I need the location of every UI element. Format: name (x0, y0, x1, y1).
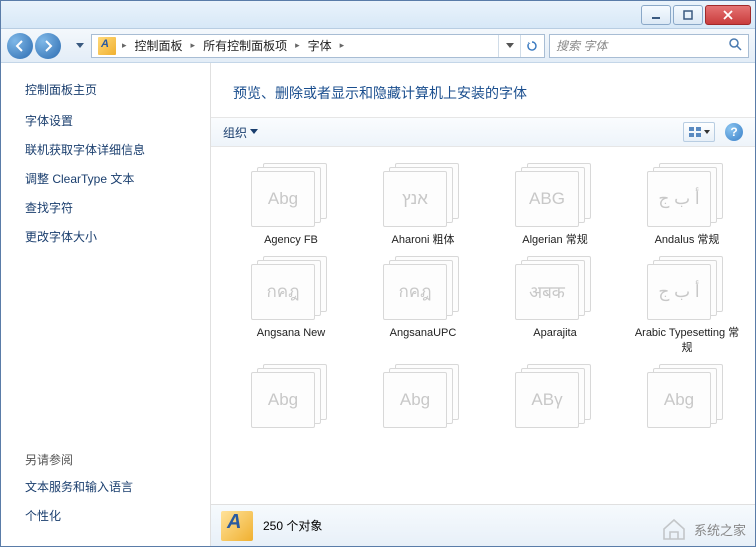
font-name-label: Aparajita (533, 326, 576, 341)
font-grid: Abg Agency FB אנץ Aharoni 粗体 ABG Algerian 常规 أ… (211, 147, 755, 504)
font-sample: ABG (515, 171, 579, 227)
chevron-right-icon: ▸ (293, 40, 302, 51)
sidebar-link-font-size[interactable]: 更改字体大小 (25, 228, 200, 245)
font-item[interactable]: أ ب ج Andalus 常规 (623, 163, 751, 248)
chevron-right-icon: ▸ (189, 40, 198, 51)
toolbar: 组织 ? (211, 117, 755, 147)
maximize-button[interactable] (673, 5, 703, 25)
font-thumbnail: กคฎ (383, 256, 463, 320)
sidebar: 控制面板主页 字体设置 联机获取字体详细信息 调整 ClearType 文本 查… (1, 63, 211, 546)
sidebar-link-personalization[interactable]: 个性化 (25, 507, 200, 524)
back-button[interactable] (7, 33, 33, 59)
font-name-label: Algerian 常规 (522, 233, 587, 248)
font-thumbnail: Abg (383, 364, 463, 428)
font-item[interactable]: กคฎ Angsana New (227, 256, 355, 356)
font-sample: أ ب ج (647, 264, 711, 320)
breadcrumb-item[interactable]: 所有控制面板项 (197, 37, 293, 54)
font-item[interactable]: אנץ Aharoni 粗体 (359, 163, 487, 248)
nav-history-dropdown[interactable] (73, 43, 87, 49)
font-item[interactable]: أ ب ج Arabic Typesetting 常规 (623, 256, 751, 356)
font-thumbnail: אנץ (383, 163, 463, 227)
sidebar-link-find-char[interactable]: 查找字符 (25, 199, 200, 216)
font-thumbnail: Abg (251, 163, 331, 227)
chevron-right-icon: ▸ (338, 40, 347, 51)
address-bar[interactable]: ▸ 控制面板 ▸ 所有控制面板项 ▸ 字体 ▸ (91, 34, 545, 58)
view-options-button[interactable] (683, 122, 715, 142)
page-title: 预览、删除或者显示和隐藏计算机上安装的字体 (211, 63, 755, 117)
sidebar-link-cleartype[interactable]: 调整 ClearType 文本 (25, 170, 200, 187)
font-name-label: AngsanaUPC (390, 326, 457, 341)
search-input[interactable]: 搜索 字体 (549, 34, 749, 58)
font-thumbnail: أ ب ج (647, 256, 727, 320)
status-bar: 250 个对象 (211, 504, 755, 546)
font-item[interactable]: Abg (227, 364, 355, 434)
font-sample: Abg (647, 372, 711, 428)
help-button[interactable]: ? (725, 123, 743, 141)
font-sample: กคฎ (383, 264, 447, 320)
font-sample: Abg (251, 372, 315, 428)
font-thumbnail: अबक (515, 256, 595, 320)
navbar: ▸ 控制面板 ▸ 所有控制面板项 ▸ 字体 ▸ 搜索 字体 (1, 29, 755, 63)
refresh-button[interactable] (520, 35, 542, 57)
font-sample: אנץ (383, 171, 447, 227)
main-panel: 预览、删除或者显示和隐藏计算机上安装的字体 组织 ? Abg Agency FB א… (211, 63, 755, 546)
sidebar-heading[interactable]: 控制面板主页 (25, 81, 200, 98)
font-thumbnail: أ ب ج (647, 163, 727, 227)
font-sample: Abg (251, 171, 315, 227)
breadcrumb-item[interactable]: 字体 (302, 37, 338, 54)
status-count: 250 个对象 (263, 517, 322, 534)
address-dropdown-button[interactable] (498, 35, 520, 57)
font-item[interactable]: ΑΒγ (491, 364, 619, 434)
titlebar (1, 1, 755, 29)
sidebar-link-text-services[interactable]: 文本服务和输入语言 (25, 478, 200, 495)
sidebar-link-font-settings[interactable]: 字体设置 (25, 112, 200, 129)
font-item[interactable]: ABG Algerian 常规 (491, 163, 619, 248)
font-sample: ΑΒγ (515, 372, 579, 428)
font-sample: กคฎ (251, 264, 315, 320)
minimize-button[interactable] (641, 5, 671, 25)
font-thumbnail: Abg (647, 364, 727, 428)
font-item[interactable]: Abg (359, 364, 487, 434)
font-item[interactable]: Abg (623, 364, 751, 434)
organize-menu[interactable]: 组织 (223, 124, 258, 141)
font-thumbnail: Abg (251, 364, 331, 428)
close-button[interactable] (705, 5, 751, 25)
sidebar-link-online-fonts[interactable]: 联机获取字体详细信息 (25, 141, 200, 158)
font-name-label: Andalus 常规 (655, 233, 720, 248)
font-item[interactable]: अबक Aparajita (491, 256, 619, 356)
font-sample: Abg (383, 372, 447, 428)
font-item[interactable]: กคฎ AngsanaUPC (359, 256, 487, 356)
font-item[interactable]: Abg Agency FB (227, 163, 355, 248)
font-name-label: Angsana New (257, 326, 326, 341)
fonts-folder-icon (98, 37, 116, 55)
font-sample: أ ب ج (647, 171, 711, 227)
font-thumbnail: ABG (515, 163, 595, 227)
fonts-folder-icon (221, 511, 253, 541)
search-icon (728, 37, 742, 54)
font-name-label: Aharoni 粗体 (392, 233, 455, 248)
breadcrumb-item[interactable]: 控制面板 (129, 37, 189, 54)
forward-button[interactable] (35, 33, 61, 59)
chevron-down-icon (250, 129, 258, 135)
search-placeholder: 搜索 字体 (556, 37, 607, 54)
font-thumbnail: กคฎ (251, 256, 331, 320)
font-thumbnail: ΑΒγ (515, 364, 595, 428)
font-name-label: Agency FB (264, 233, 318, 248)
font-name-label: Arabic Typesetting 常规 (632, 326, 742, 356)
sidebar-see-also-heading: 另请参阅 (25, 451, 200, 468)
chevron-right-icon: ▸ (120, 40, 129, 51)
font-sample: अबक (515, 264, 579, 320)
